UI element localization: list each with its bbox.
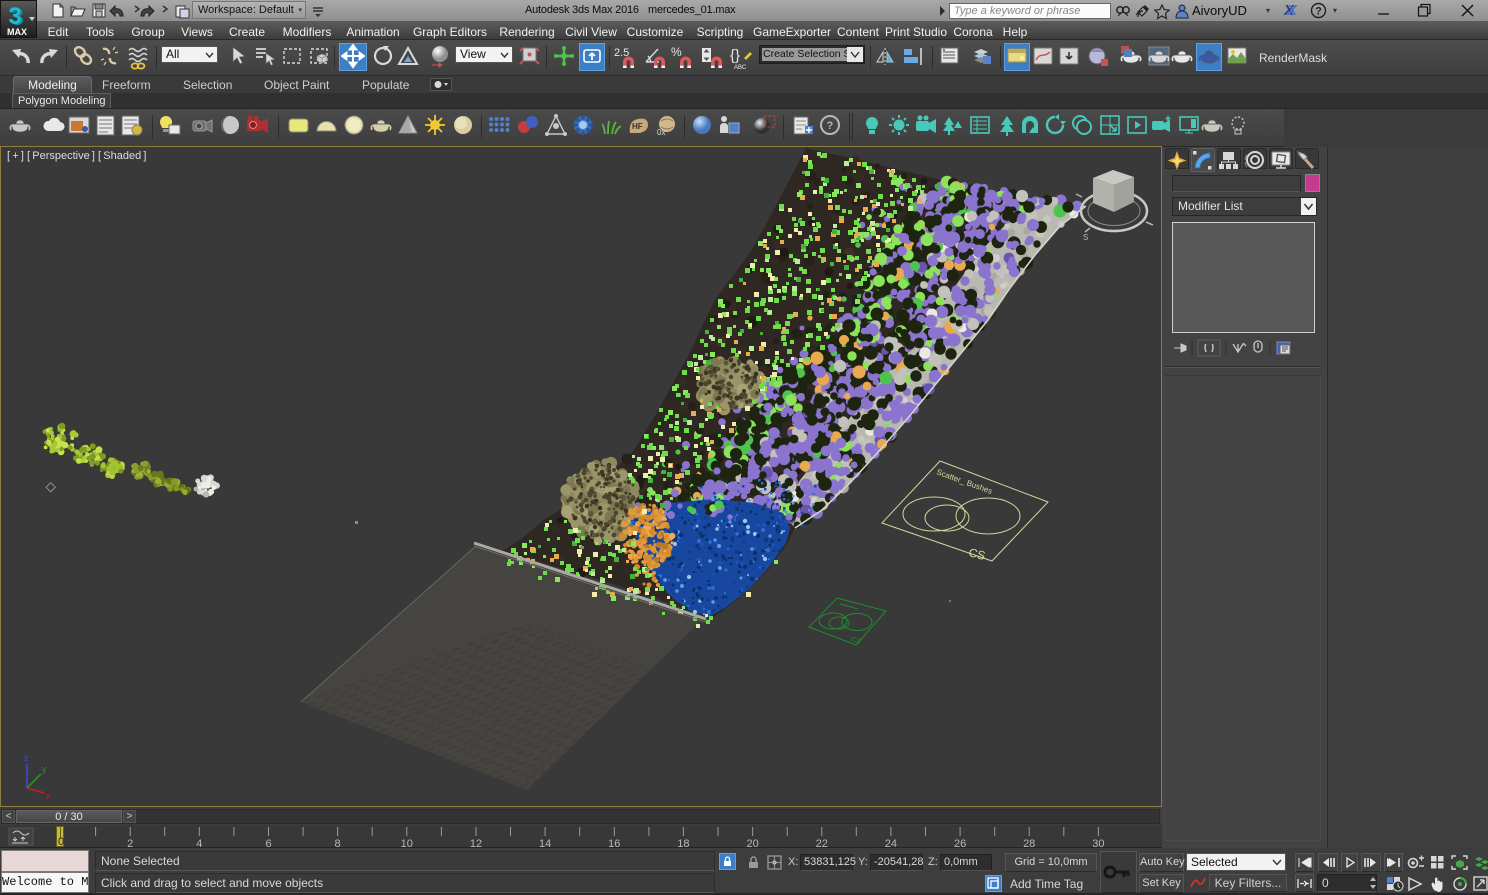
- svg-text:ABC: ABC: [734, 65, 747, 71]
- svg-text:?: ?: [1315, 6, 1322, 18]
- svg-text:%: %: [671, 45, 682, 59]
- svg-text:z: z: [24, 753, 29, 763]
- svg-text:{}: {}: [730, 47, 740, 64]
- svg-text:MAX: MAX: [7, 27, 27, 37]
- svg-text:y: y: [42, 764, 47, 774]
- svg-text:HF: HF: [632, 122, 643, 131]
- svg-text:?: ?: [827, 120, 834, 132]
- svg-text:0x: 0x: [657, 128, 665, 137]
- svg-text:S: S: [1083, 233, 1088, 242]
- svg-text:x: x: [46, 791, 51, 801]
- svg-text:Scatter_ Bushes: Scatter_ Bushes: [935, 467, 993, 496]
- svg-text:3: 3: [8, 3, 21, 30]
- svg-text:CS: CS: [967, 545, 987, 563]
